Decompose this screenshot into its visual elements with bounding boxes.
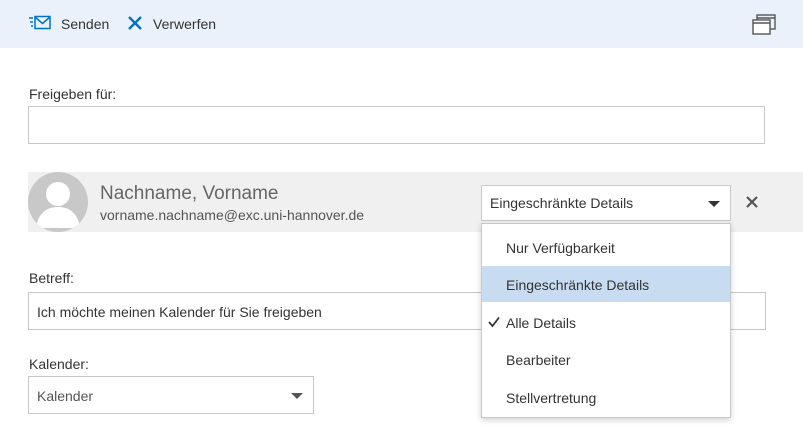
send-button[interactable]: Senden bbox=[29, 0, 109, 48]
menu-item-label: Stellvertretung bbox=[506, 390, 597, 406]
send-mail-icon bbox=[29, 15, 51, 34]
avatar bbox=[28, 172, 88, 232]
menu-item-availability-only[interactable]: Nur Verfügbarkeit bbox=[482, 229, 730, 265]
calendar-label: Kalender: bbox=[29, 356, 89, 372]
toolbar: Senden Verwerfen bbox=[0, 0, 803, 48]
remove-recipient-button[interactable] bbox=[744, 194, 760, 210]
chevron-down-icon bbox=[708, 201, 720, 207]
calendar-value: Kalender bbox=[37, 388, 94, 404]
menu-item-label: Nur Verfügbarkeit bbox=[506, 240, 615, 256]
menu-item-label: Eingeschränkte Details bbox=[506, 277, 650, 293]
popout-window-icon bbox=[752, 14, 776, 40]
close-x-icon bbox=[127, 15, 143, 34]
checkmark-icon bbox=[488, 277, 500, 289]
menu-item-delegate[interactable]: Stellvertretung bbox=[482, 379, 730, 415]
recipient-email: vorname.nachname@exc.uni-hannover.de bbox=[100, 207, 365, 223]
menu-item-limited-details[interactable]: Eingeschränkte Details bbox=[482, 266, 730, 302]
checkmark-icon bbox=[488, 352, 500, 364]
discard-label: Verwerfen bbox=[153, 16, 217, 32]
share-with-input[interactable] bbox=[28, 106, 765, 144]
checkmark-icon bbox=[488, 240, 500, 252]
menu-item-label: Bearbeiter bbox=[506, 352, 571, 368]
menu-item-full-details[interactable]: Alle Details bbox=[482, 304, 730, 340]
checkmark-icon bbox=[488, 315, 500, 328]
discard-button[interactable]: Verwerfen bbox=[127, 0, 216, 48]
calendar-select[interactable]: Kalender bbox=[28, 376, 314, 414]
close-icon bbox=[746, 196, 758, 208]
menu-item-editor[interactable]: Bearbeiter bbox=[482, 341, 730, 377]
permission-value: Eingeschränkte Details bbox=[490, 195, 634, 211]
checkmark-icon bbox=[488, 390, 500, 402]
popout-button[interactable] bbox=[752, 14, 776, 36]
permission-select[interactable]: Eingeschränkte Details bbox=[481, 185, 731, 221]
subject-value: Ich möchte meinen Kalender für Sie freig… bbox=[37, 304, 322, 320]
subject-label: Betreff: bbox=[29, 270, 74, 286]
share-with-label: Freigeben für: bbox=[29, 86, 117, 102]
permission-dropdown-menu: Nur Verfügbarkeit Eingeschränkte Details… bbox=[481, 223, 731, 418]
recipient-name: Nachname, Vorname bbox=[100, 183, 279, 204]
chevron-down-icon bbox=[291, 393, 303, 399]
menu-item-label: Alle Details bbox=[506, 315, 577, 331]
send-label: Senden bbox=[61, 16, 110, 32]
person-silhouette-icon bbox=[36, 182, 80, 228]
